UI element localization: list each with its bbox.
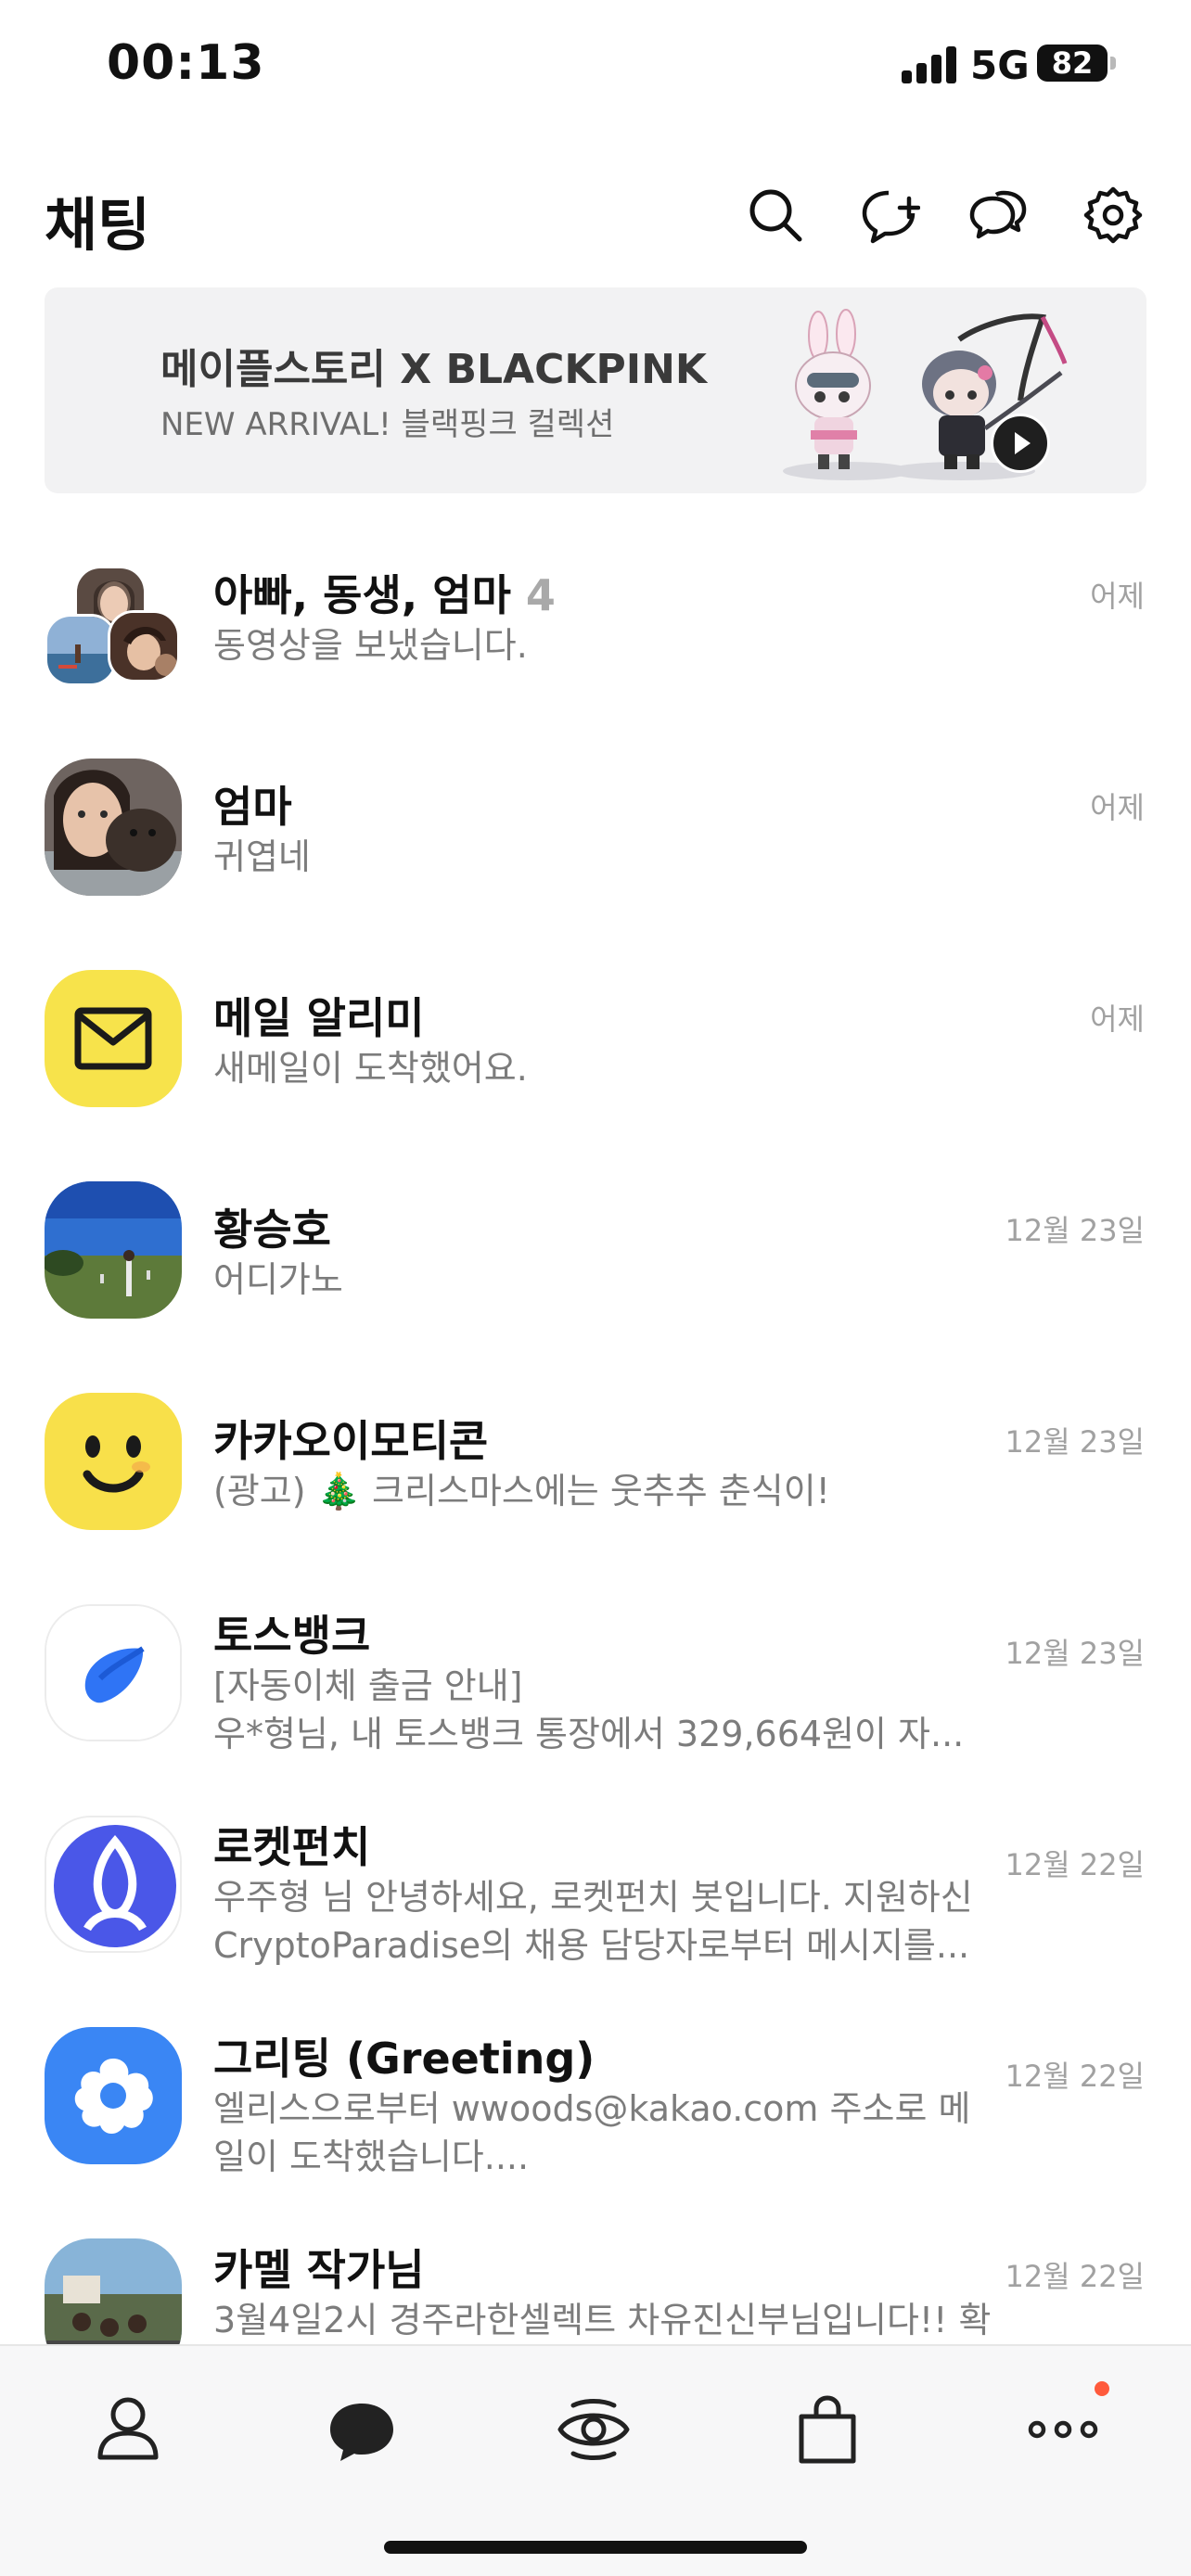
- more-icon[interactable]: [1017, 2383, 1109, 2476]
- chat-name: 그리팅 (Greeting): [213, 2034, 596, 2084]
- rocketpunch-avatar: [45, 1816, 182, 1953]
- page-title: 채팅: [45, 191, 151, 259]
- chat-name: 황승호: [213, 1205, 331, 1255]
- cellular-signal-icon: [902, 45, 957, 83]
- chat-time: 12월 22일: [1005, 2059, 1146, 2094]
- chat-preview: (광고) 🎄 크리스마스에는 웃추추 춘식이!: [213, 1471, 830, 1511]
- chat-time: 12월 23일: [1005, 1213, 1146, 1248]
- chat-row-kakao-emoticon[interactable]: 카카오이모티콘 (광고) 🎄 크리스마스에는 웃추추 춘식이! 12월 23일: [0, 1374, 1191, 1586]
- member-avatar-2: [45, 614, 117, 686]
- chat-name: 아빠, 동생, 엄마 4: [213, 562, 556, 623]
- chat-time: 12월 22일: [1005, 2259, 1146, 2294]
- chat-time: 어제: [1090, 790, 1145, 825]
- profile-avatar: [45, 759, 182, 896]
- chat-row-mom[interactable]: 엄마 귀엽네 어제: [0, 740, 1191, 951]
- chat-preview: 우주형 님 안녕하세요, 로켓펀치 봇입니다. 지원하신 CryptoParad…: [213, 1873, 974, 1970]
- battery-tip: [1110, 57, 1116, 70]
- chat-time: 12월 22일: [1005, 1847, 1146, 1882]
- search-icon[interactable]: [746, 185, 805, 245]
- bottom-tab-bar: [0, 2344, 1191, 2576]
- profile-avatar: [45, 1181, 182, 1319]
- chat-name: 엄마: [213, 782, 292, 832]
- play-icon[interactable]: [991, 414, 1050, 473]
- chat-name-text: 아빠, 동생, 엄마: [213, 570, 511, 620]
- banner-subtitle: NEW ARRIVAL! 블랙핑크 컬렉션: [160, 406, 615, 443]
- chat-row-hwang[interactable]: 황승호 어디가노 12월 23일: [0, 1163, 1191, 1374]
- mail-avatar: [45, 970, 182, 1107]
- battery-icon: 82: [1037, 45, 1108, 82]
- preview-line-1: [자동이체 출금 안내]: [213, 1665, 523, 1706]
- chat-preview: 동영상을 보냈습니다.: [213, 625, 528, 666]
- new-chat-icon[interactable]: [861, 185, 921, 245]
- chat-row-toss-bank[interactable]: 토스뱅크 [자동이체 출금 안내] 우*형님, 내 토스뱅크 통장에서 329,…: [0, 1586, 1191, 1797]
- chat-time: 어제: [1090, 1001, 1145, 1037]
- preview-line-2: 일이 도착했습니다....: [213, 2136, 530, 2177]
- notification-dot: [1095, 2381, 1109, 2396]
- ad-banner[interactable]: 메이플스토리 X BLACKPINK NEW ARRIVAL! 블랙핑크 컬렉션: [45, 287, 1146, 493]
- open-chat-icon[interactable]: [968, 185, 1028, 245]
- toss-bank-avatar: [45, 1604, 182, 1741]
- chat-name: 로켓펀치: [213, 1822, 371, 1872]
- chat-time: 어제: [1090, 579, 1145, 614]
- chat-time: 12월 23일: [1005, 1636, 1146, 1671]
- chat-row-rocketpunch[interactable]: 로켓펀치 우주형 님 안녕하세요, 로켓펀치 봇입니다. 지원하신 Crypto…: [0, 1797, 1191, 2009]
- shopping-icon[interactable]: [781, 2383, 874, 2476]
- network-type: 5G: [970, 43, 1030, 88]
- emoticon-avatar: [45, 1393, 182, 1530]
- chat-row-greeting[interactable]: 그리팅 (Greeting) 엘리스으로부터 wwoods@kakao.com …: [0, 2009, 1191, 2220]
- chat-list: 아빠, 동생, 엄마 4 동영상을 보냈습니다. 어제 엄마 귀엽네 어제 메일 …: [0, 529, 1191, 2346]
- status-bar: 00:13 5G 82: [0, 0, 1191, 130]
- status-time: 00:13: [107, 35, 265, 91]
- header: 채팅: [0, 165, 1191, 267]
- friends-icon[interactable]: [82, 2383, 174, 2476]
- home-indicator[interactable]: [384, 2541, 807, 2554]
- preview-line-1: 우주형 님 안녕하세요, 로켓펀치 봇입니다. 지원하신: [213, 1877, 973, 1918]
- settings-icon[interactable]: [1083, 185, 1143, 245]
- chat-name: 카카오이모티콘: [213, 1416, 489, 1466]
- chat-preview: 엘리스으로부터 wwoods@kakao.com 주소로 메 일이 도착했습니다…: [213, 2085, 974, 2181]
- banner-title: 메이플스토리 X BLACKPINK: [160, 346, 707, 393]
- preview-line-2: 우*형님, 내 토스뱅크 통장에서 329,664원이 자...: [213, 1714, 965, 1754]
- member-count: 4: [525, 570, 556, 620]
- chat-time: 12월 23일: [1005, 1424, 1146, 1460]
- preview-line-2: CryptoParadise의 채용 담당자로부터 메시지를...: [213, 1925, 970, 1966]
- chat-preview: 새메일이 도착했어요.: [213, 1048, 528, 1089]
- chat-preview: 3월4일2시 경주라한셀렉트 차유진신부님입니다!! 확: [213, 2300, 992, 2340]
- group-avatar: [45, 547, 193, 695]
- chat-preview: 귀엽네: [213, 836, 311, 877]
- profile-avatar: [45, 2238, 182, 2346]
- chat-name: 카멜 작가님: [213, 2245, 425, 2295]
- greeting-avatar: [45, 2027, 182, 2164]
- chat-preview: [자동이체 출금 안내] 우*형님, 내 토스뱅크 통장에서 329,664원이…: [213, 1662, 974, 1758]
- chats-icon[interactable]: [315, 2383, 408, 2476]
- openchat-icon[interactable]: [547, 2383, 640, 2476]
- chat-name: 메일 알리미: [213, 993, 425, 1043]
- preview-line-1: 엘리스으로부터 wwoods@kakao.com 주소로 메: [213, 2088, 971, 2129]
- member-avatar-3: [108, 610, 180, 682]
- chat-row-mail-notifier[interactable]: 메일 알리미 새메일이 도착했어요. 어제: [0, 951, 1191, 1163]
- chat-row-camel-writer[interactable]: 카멜 작가님 3월4일2시 경주라한셀렉트 차유진신부님입니다!! 확 12월 …: [0, 2220, 1191, 2346]
- chat-row-family-group[interactable]: 아빠, 동생, 엄마 4 동영상을 보냈습니다. 어제: [0, 529, 1191, 740]
- chat-name: 토스뱅크: [213, 1611, 371, 1661]
- chat-preview: 어디가노: [213, 1259, 343, 1300]
